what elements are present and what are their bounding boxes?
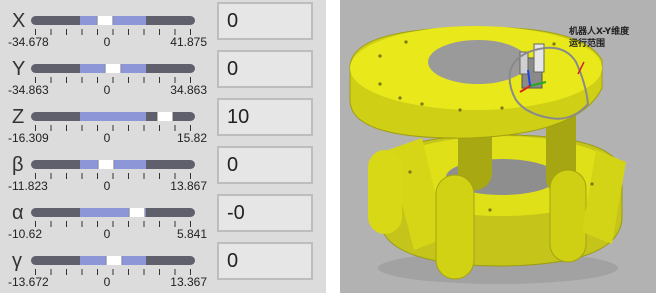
slider-row-beta: β -11.823 0 13.867 0 [0, 146, 326, 200]
tick-labels: -13.672 0 13.367 [0, 275, 215, 289]
value-field[interactable]: 0 [217, 242, 313, 280]
slider-thumb[interactable] [105, 256, 122, 265]
min-label: -16.309 [8, 131, 49, 145]
axis-label: α [12, 202, 24, 224]
max-label: 34.863 [170, 83, 207, 97]
slider-thumb[interactable] [97, 16, 114, 25]
max-label: 41.875 [170, 35, 207, 49]
bolt-hole [458, 108, 462, 112]
min-label: -13.672 [8, 275, 49, 289]
slider-track[interactable] [31, 64, 195, 73]
zero-label: 0 [103, 83, 111, 97]
zero-label: 0 [103, 131, 111, 145]
annotation-line: 机器人X-Y维度 [569, 27, 630, 37]
value-field[interactable]: -0 [217, 194, 313, 232]
bolt-hole [488, 208, 492, 212]
zero-label: 0 [103, 35, 111, 49]
slider-thumb[interactable] [105, 64, 121, 73]
bolt-hole [378, 54, 382, 58]
leg-front-left [435, 174, 475, 280]
leg-left-outer [368, 150, 402, 234]
tick-labels: -34.863 0 34.863 [0, 83, 215, 97]
bolt-hole [590, 182, 594, 186]
zero-label: 0 [103, 179, 111, 193]
slider-row-y: Y -34.863 0 34.863 0 [0, 50, 326, 104]
min-label: -11.823 [8, 179, 48, 193]
slider-thumb[interactable] [157, 112, 174, 121]
value-field[interactable]: 0 [217, 2, 313, 40]
slider-track[interactable] [31, 16, 195, 25]
tick-labels: -11.823 0 13.867 [0, 179, 215, 193]
zero-label: 0 [103, 227, 111, 241]
axis-label: X [12, 10, 26, 32]
min-label: -10.62 [8, 227, 43, 241]
bolt-hole [420, 102, 424, 106]
tick-labels: -16.309 0 15.82 [0, 131, 215, 145]
axis-label: γ [12, 250, 22, 272]
workspace-annotation: 机器人X-Y维度 运行范围 [569, 26, 656, 50]
slider-thumb[interactable] [128, 208, 145, 217]
max-label: 13.867 [170, 179, 207, 193]
slider-track[interactable] [31, 160, 195, 169]
axis-label: Y [12, 58, 26, 80]
slider-row-z: Z -16.309 0 15.82 10 [0, 98, 326, 152]
tick-labels: -10.62 0 5.841 [0, 227, 215, 241]
slider-track[interactable] [31, 208, 195, 217]
slider-row-alpha: α -10.62 0 5.841 -0 [0, 194, 326, 248]
bolt-hole [500, 106, 504, 110]
axis-label: Z [12, 106, 25, 128]
bolt-hole [398, 96, 402, 100]
slider-track[interactable] [31, 256, 195, 265]
bolt-hole [404, 40, 408, 44]
value-field[interactable]: 0 [217, 50, 313, 88]
slider-fill [80, 112, 146, 121]
bolt-hole [552, 42, 556, 46]
axis-label: β [12, 154, 24, 176]
annotation-line: 运行范围 [569, 39, 606, 49]
max-label: 13.367 [170, 275, 207, 289]
value-field[interactable]: 10 [217, 98, 313, 136]
tick-labels: -34.678 0 41.875 [0, 35, 215, 49]
slider-thumb[interactable] [98, 160, 115, 169]
slider-track[interactable] [31, 112, 195, 121]
3d-viewport[interactable]: 机器人X-Y维度 运行范围 [340, 0, 656, 293]
min-label: -34.863 [8, 83, 49, 97]
panel-divider [326, 0, 340, 293]
bolt-hole [378, 82, 382, 86]
slider-row-gamma: γ -13.672 0 13.367 0 [0, 242, 326, 296]
max-label: 5.841 [176, 227, 207, 241]
slider-row-x: X -34.678 0 41.875 0 [0, 2, 326, 56]
top-platform-hole [428, 40, 528, 84]
value-field[interactable]: 0 [217, 146, 313, 184]
bolt-hole [408, 170, 412, 174]
control-panel: X -34.678 0 41.875 0 Y -34.863 0 34.863 … [0, 0, 326, 293]
min-label: -34.678 [8, 35, 49, 49]
max-label: 15.82 [176, 131, 207, 145]
zero-label: 0 [103, 275, 111, 289]
leg-front-right [549, 169, 587, 263]
